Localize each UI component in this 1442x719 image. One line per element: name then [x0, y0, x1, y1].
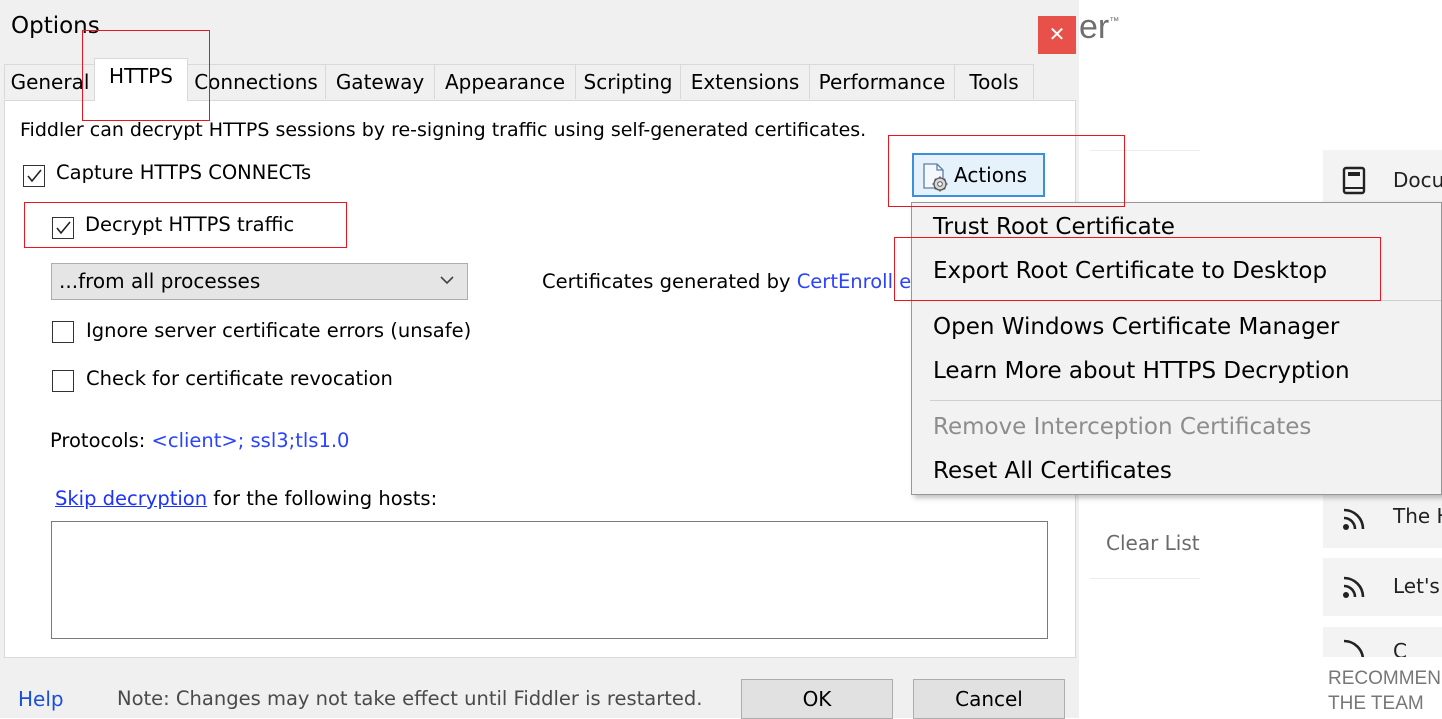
recommend-heading: THE TEAM: [1328, 693, 1424, 714]
process-filter-select[interactable]: ...from all processes: [51, 263, 468, 300]
tab-appearance[interactable]: Appearance: [434, 64, 576, 99]
skip-decryption-row: Skip decryption for the following hosts:: [55, 487, 438, 510]
rss-icon: [1341, 506, 1367, 536]
tab-gateway[interactable]: Gateway: [325, 64, 435, 99]
close-icon: ✕: [1048, 22, 1066, 46]
check-revocation-checkbox[interactable]: [52, 370, 74, 392]
skip-hosts-textarea[interactable]: [51, 521, 1048, 639]
restart-note: Note: Changes may not take effect until …: [117, 687, 703, 710]
clear-list-link[interactable]: Clear List: [1106, 531, 1200, 555]
book-icon: [1341, 166, 1367, 200]
annotation-box-https-tab: [82, 30, 210, 121]
background-divider: [1090, 578, 1200, 579]
ignore-errors-checkbox[interactable]: [52, 321, 74, 343]
annotation-box-export: [894, 237, 1381, 301]
checkmark-icon: [27, 169, 42, 183]
menu-item-learn-more[interactable]: Learn More about HTTPS Decryption: [933, 358, 1350, 384]
tab-extensions[interactable]: Extensions: [680, 64, 810, 99]
fiddler-logo-fragment: er™: [1079, 8, 1120, 46]
card-label: Docu: [1393, 168, 1442, 192]
capture-connects-label[interactable]: Capture HTTPS CONNECTs: [56, 161, 311, 184]
card-blog[interactable]: The H: [1323, 490, 1442, 548]
rss-icon: [1341, 574, 1367, 604]
rss-icon: [1341, 637, 1367, 657]
help-link[interactable]: Help: [18, 687, 64, 711]
check-revocation-label[interactable]: Check for certificate revocation: [86, 367, 393, 390]
card-blog[interactable]: Let's: [1323, 558, 1442, 616]
protocols-link[interactable]: <client>; ssl3;tls1.0: [152, 429, 350, 452]
skip-decryption-link[interactable]: Skip decryption: [55, 487, 207, 510]
cert-generator-text: Certificates generated by CertEnroll e: [542, 270, 912, 293]
tab-tools[interactable]: Tools: [954, 64, 1034, 99]
ok-button[interactable]: OK: [741, 679, 893, 719]
capture-connects-checkbox[interactable]: [23, 165, 45, 187]
card-label: C: [1393, 639, 1407, 657]
card-blog[interactable]: C: [1323, 627, 1442, 657]
tab-scripting[interactable]: Scripting: [575, 64, 681, 99]
menu-item-remove-interception: Remove Interception Certificates: [933, 414, 1312, 440]
menu-separator: [930, 400, 1441, 401]
protocols-row: Protocols: <client>; ssl3;tls1.0: [50, 429, 350, 452]
card-label: The H: [1393, 504, 1442, 528]
tab-performance[interactable]: Performance: [809, 64, 955, 99]
cancel-button[interactable]: Cancel: [913, 679, 1065, 719]
chevron-down-icon: [440, 276, 454, 285]
annotation-box-actions: [888, 135, 1125, 207]
process-filter-value: ...from all processes: [59, 269, 261, 293]
close-button[interactable]: ✕: [1038, 16, 1076, 54]
menu-item-reset-all[interactable]: Reset All Certificates: [933, 458, 1172, 484]
recommend-heading: RECOMMEN: [1328, 668, 1441, 689]
ignore-errors-label[interactable]: Ignore server certificate errors (unsafe…: [86, 319, 471, 342]
https-description: Fiddler can decrypt HTTPS sessions by re…: [20, 119, 867, 141]
card-label: Let's: [1393, 574, 1440, 598]
menu-item-open-cert-manager[interactable]: Open Windows Certificate Manager: [933, 314, 1339, 340]
annotation-box-decrypt: [24, 202, 347, 248]
